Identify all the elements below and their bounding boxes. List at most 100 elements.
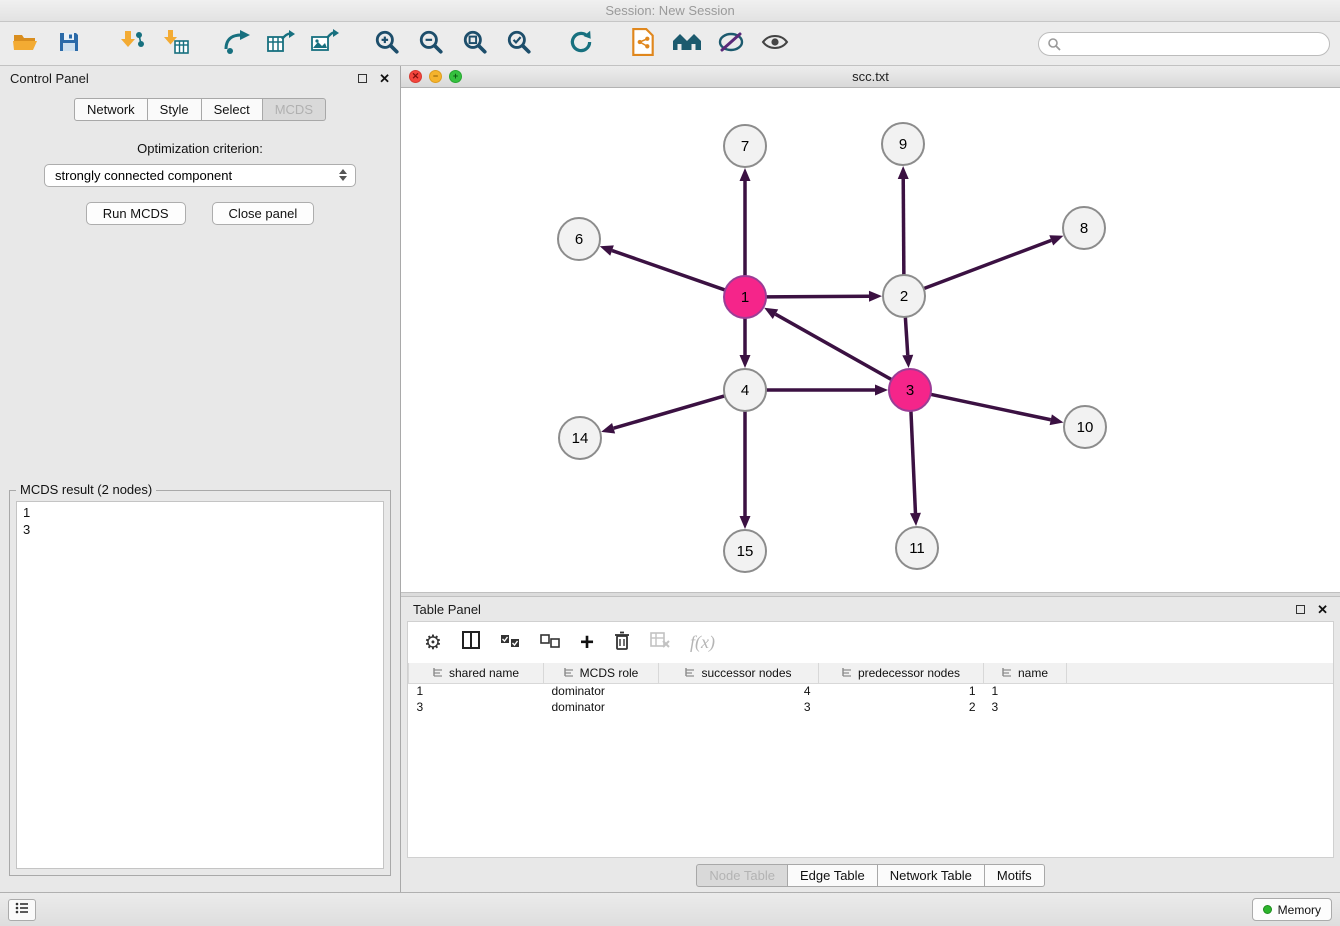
- style-brush-button[interactable]: [716, 29, 746, 59]
- graph-node[interactable]: 15: [724, 530, 766, 572]
- export-image-button[interactable]: [310, 29, 340, 59]
- graph-edge[interactable]: [740, 168, 751, 276]
- mcds-result-box: MCDS result (2 nodes) 1 3: [9, 490, 391, 876]
- float-panel-icon[interactable]: [358, 74, 367, 83]
- graph-node[interactable]: 4: [724, 369, 766, 411]
- cell-name[interactable]: 1: [984, 683, 1067, 699]
- graph-edge[interactable]: [902, 317, 913, 368]
- graph-node[interactable]: 6: [558, 218, 600, 260]
- run-mcds-button[interactable]: Run MCDS: [86, 202, 186, 225]
- cell-successor-nodes[interactable]: 3: [659, 699, 819, 715]
- graph-node[interactable]: 1: [724, 276, 766, 318]
- tab-style[interactable]: Style: [148, 98, 202, 121]
- cell-predecessor-nodes[interactable]: 2: [819, 699, 984, 715]
- mcds-result-text[interactable]: 1 3: [16, 501, 384, 869]
- open-session-button[interactable]: [10, 29, 40, 59]
- table-panel: Table Panel ✕ ⚙: [401, 597, 1340, 892]
- optimization-criterion-select[interactable]: strongly connected component: [44, 164, 356, 187]
- graph-edge[interactable]: [764, 308, 892, 380]
- graph-edge[interactable]: [600, 245, 725, 290]
- graph-node[interactable]: 11: [896, 527, 938, 569]
- zoom-out-button[interactable]: [416, 29, 446, 59]
- tab-node-table[interactable]: Node Table: [696, 864, 788, 887]
- create-column-button[interactable]: +: [580, 631, 594, 655]
- open-in-cytoscape-button[interactable]: [628, 29, 658, 59]
- delete-table-button[interactable]: [650, 632, 670, 653]
- show-hide-button[interactable]: [760, 29, 790, 59]
- close-panel-icon[interactable]: ✕: [379, 72, 390, 85]
- maximize-window-icon[interactable]: +: [449, 70, 462, 83]
- graph-node[interactable]: 10: [1064, 406, 1106, 448]
- graph-node[interactable]: 3: [889, 369, 931, 411]
- close-panel-button[interactable]: Close panel: [212, 202, 315, 225]
- graph-node[interactable]: 7: [724, 125, 766, 167]
- export-table-button[interactable]: [266, 29, 296, 59]
- graph-node[interactable]: 8: [1063, 207, 1105, 249]
- network-canvas[interactable]: 7 9 6 8 1 2 4 3 14 10 15 11: [401, 88, 1340, 592]
- graph-edge[interactable]: [898, 166, 909, 275]
- table-panel-title: Table Panel: [413, 602, 481, 617]
- search-input[interactable]: [1038, 32, 1330, 56]
- graph-node[interactable]: 2: [883, 275, 925, 317]
- column-header-predecessor-nodes[interactable]: predecessor nodes: [819, 663, 984, 683]
- minimize-window-icon[interactable]: −: [429, 70, 442, 83]
- toolbar-group-zoom: [372, 29, 534, 59]
- show-columns-button[interactable]: [462, 631, 480, 654]
- graph-edge[interactable]: [740, 318, 751, 368]
- column-header-successor-nodes[interactable]: successor nodes: [659, 663, 819, 683]
- import-network-icon: [117, 29, 145, 58]
- tab-mcds[interactable]: MCDS: [263, 98, 326, 121]
- import-network-button[interactable]: [116, 29, 146, 59]
- zoom-selected-button[interactable]: [504, 29, 534, 59]
- graph-edge[interactable]: [931, 394, 1064, 425]
- table-row[interactable]: 3 dominator 3 2 3: [409, 699, 1334, 715]
- delete-column-button[interactable]: [614, 631, 630, 655]
- zoom-fit-button[interactable]: [460, 29, 490, 59]
- save-session-button[interactable]: [54, 29, 84, 59]
- deselect-all-columns-button[interactable]: [540, 633, 560, 653]
- graph-edge[interactable]: [740, 411, 751, 529]
- graph-edge[interactable]: [601, 396, 725, 434]
- graph-edge[interactable]: [766, 385, 888, 396]
- column-header-shared-name[interactable]: shared name: [409, 663, 544, 683]
- network-view-titlebar[interactable]: scc.txt ✕ − +: [401, 66, 1340, 88]
- column-header-name[interactable]: name: [984, 663, 1067, 683]
- cell-shared-name[interactable]: 3: [409, 699, 544, 715]
- table-row[interactable]: 1 dominator 4 1 1: [409, 683, 1334, 699]
- select-all-columns-button[interactable]: [500, 633, 520, 653]
- function-builder-button[interactable]: f(x): [690, 632, 715, 653]
- zoom-selected-icon: [506, 29, 532, 58]
- close-window-icon[interactable]: ✕: [409, 70, 422, 83]
- table-settings-button[interactable]: ⚙: [424, 630, 442, 655]
- cell-name[interactable]: 3: [984, 699, 1067, 715]
- close-table-panel-icon[interactable]: ✕: [1317, 603, 1328, 616]
- task-history-button[interactable]: [8, 899, 36, 921]
- cell-predecessor-nodes[interactable]: 1: [819, 683, 984, 699]
- tab-motifs[interactable]: Motifs: [985, 864, 1045, 887]
- column-header-mcds-role[interactable]: MCDS role: [544, 663, 659, 683]
- graph-edge[interactable]: [924, 235, 1064, 288]
- list-icon: [15, 902, 29, 917]
- tab-select[interactable]: Select: [202, 98, 263, 121]
- tab-network-table[interactable]: Network Table: [878, 864, 985, 887]
- graph-edge[interactable]: [766, 291, 882, 302]
- cell-successor-nodes[interactable]: 4: [659, 683, 819, 699]
- zoom-in-button[interactable]: [372, 29, 402, 59]
- tab-network[interactable]: Network: [74, 98, 148, 121]
- tab-edge-table[interactable]: Edge Table: [788, 864, 878, 887]
- window-titlebar[interactable]: Session: New Session: [0, 0, 1340, 22]
- float-table-panel-icon[interactable]: [1296, 605, 1305, 614]
- cell-mcds-role[interactable]: dominator: [544, 699, 659, 715]
- memory-button[interactable]: Memory: [1252, 898, 1332, 921]
- refresh-layout-button[interactable]: [566, 29, 596, 59]
- import-table-button[interactable]: [160, 29, 190, 59]
- home-pages-button[interactable]: [672, 29, 702, 59]
- cell-shared-name[interactable]: 1: [409, 683, 544, 699]
- graph-node[interactable]: 9: [882, 123, 924, 165]
- toolbar-group-session: [10, 29, 84, 59]
- control-panel: Control Panel ✕ Network Style Select MCD…: [0, 66, 401, 892]
- new-network-button[interactable]: [222, 29, 252, 59]
- cell-mcds-role[interactable]: dominator: [544, 683, 659, 699]
- graph-node[interactable]: 14: [559, 417, 601, 459]
- graph-edge[interactable]: [910, 411, 921, 526]
